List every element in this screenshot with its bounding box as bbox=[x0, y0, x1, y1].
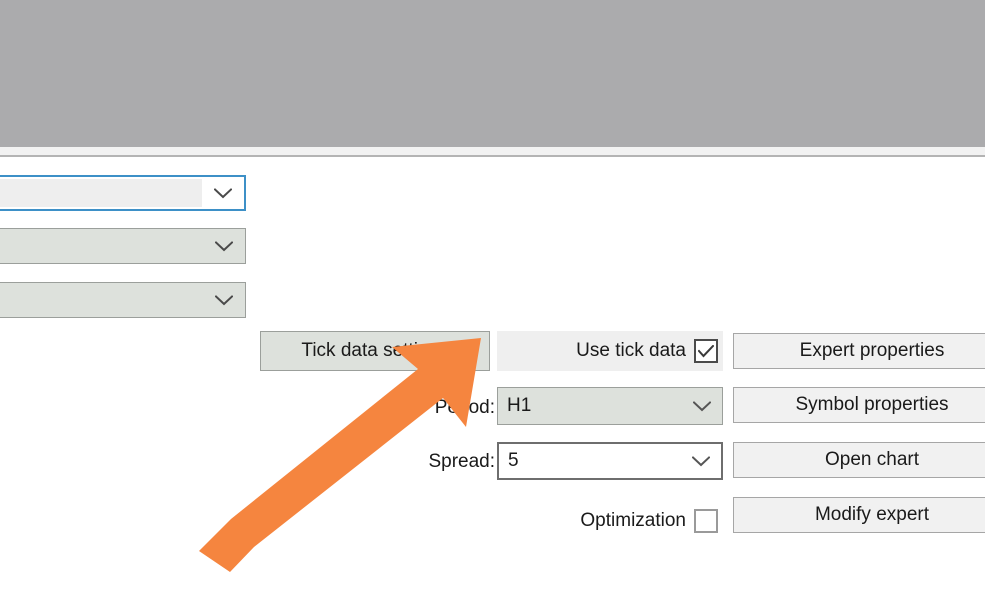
spread-combobox[interactable]: 5 bbox=[497, 442, 723, 480]
use-tick-data-label: Use tick data bbox=[576, 340, 686, 361]
checkmark-icon bbox=[698, 344, 714, 357]
chevron-down-icon[interactable] bbox=[682, 388, 722, 424]
symbol-combobox-value bbox=[0, 229, 203, 263]
expert-properties-button[interactable]: Expert properties bbox=[733, 333, 985, 369]
optimization-checkbox-row[interactable]: Optimization bbox=[497, 502, 723, 540]
use-tick-data-checkbox[interactable] bbox=[694, 339, 718, 363]
model-combobox-value bbox=[0, 283, 203, 317]
model-combobox[interactable] bbox=[0, 282, 246, 318]
toolbar-area bbox=[0, 0, 985, 147]
chevron-down-icon[interactable] bbox=[681, 444, 721, 478]
expert-advisor-combobox-value bbox=[0, 179, 202, 207]
tick-data-settings-button[interactable]: Tick data settings bbox=[260, 331, 490, 371]
tester-settings-panel: Tick data settings Use tick data Period:… bbox=[0, 157, 985, 598]
optimization-label: Optimization bbox=[580, 510, 686, 531]
modify-expert-button[interactable]: Modify expert bbox=[733, 497, 985, 533]
use-tick-data-checkbox-row[interactable]: Use tick data bbox=[497, 331, 723, 371]
chevron-down-icon[interactable] bbox=[203, 229, 245, 263]
period-label: Period: bbox=[434, 397, 495, 418]
toolbar-separator-light bbox=[0, 147, 985, 155]
chevron-down-icon[interactable] bbox=[203, 283, 245, 317]
optimization-checkbox[interactable] bbox=[694, 509, 718, 533]
period-combobox-value: H1 bbox=[507, 395, 532, 416]
symbol-properties-button[interactable]: Symbol properties bbox=[733, 387, 985, 423]
spread-label: Spread: bbox=[428, 451, 495, 472]
spread-combobox-value[interactable]: 5 bbox=[499, 444, 681, 478]
chevron-down-icon[interactable] bbox=[202, 177, 244, 209]
expert-advisor-combobox[interactable] bbox=[0, 175, 246, 211]
symbol-combobox[interactable] bbox=[0, 228, 246, 264]
period-combobox[interactable]: H1 bbox=[497, 387, 723, 425]
open-chart-button[interactable]: Open chart bbox=[733, 442, 985, 478]
